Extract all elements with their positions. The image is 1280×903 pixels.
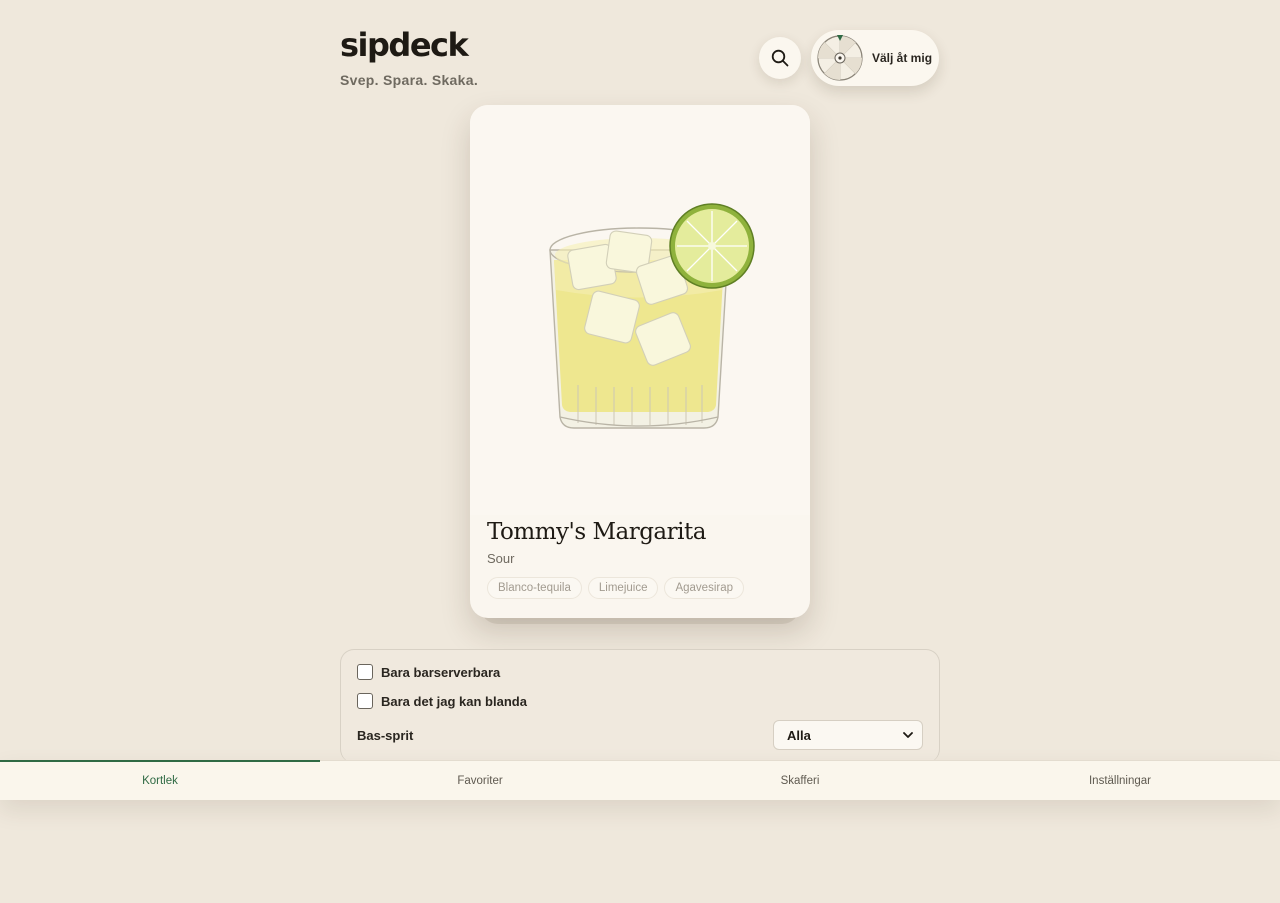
filter-panel: Bara barserverbara Bara det jag kan blan…: [340, 649, 940, 763]
ingredient-chip: Blanco-tequila: [487, 577, 582, 599]
tab-installningar[interactable]: Inställningar: [960, 760, 1280, 800]
tab-favoriter[interactable]: Favoriter: [320, 760, 640, 800]
ingredient-chips: Blanco-tequila Limejuice Agavesirap: [487, 577, 745, 599]
tab-kortlek[interactable]: Kortlek: [0, 760, 320, 800]
base-spirit-label: Bas-sprit: [357, 728, 414, 743]
can-mix-filter[interactable]: Bara det jag kan blanda: [357, 693, 527, 709]
bar-servable-checkbox[interactable]: [357, 664, 373, 680]
search-icon: [771, 49, 789, 67]
tab-skafferi[interactable]: Skafferi: [640, 760, 960, 800]
base-spirit-value: Alla: [787, 727, 811, 743]
chevron-down-icon: [903, 732, 913, 738]
cocktail-image: [470, 105, 810, 515]
app-header: sipdeck Svep. Spara. Skaka. Välj åt mig: [340, 28, 940, 90]
spin-wheel-icon: [817, 35, 863, 81]
search-button[interactable]: [759, 37, 801, 79]
ingredient-chip: Limejuice: [587, 577, 659, 599]
can-mix-checkbox[interactable]: [357, 693, 373, 709]
ingredient-chip: Agavesirap: [664, 577, 745, 599]
bar-servable-label: Bara barserverbara: [381, 664, 501, 680]
bottom-tab-bar: Kortlek Favoriter Skafferi Inställningar: [0, 760, 1280, 800]
margarita-glass-illustration: [549, 203, 755, 429]
cocktail-title: Tommy's Margarita: [487, 519, 706, 545]
cocktail-category: Sour: [487, 551, 515, 566]
can-mix-label: Bara det jag kan blanda: [381, 693, 527, 709]
pick-for-me-label: Välj åt mig: [872, 51, 933, 65]
pick-for-me-button[interactable]: Välj åt mig: [811, 30, 939, 86]
cocktail-card[interactable]: Tommy's Margarita Sour Blanco-tequila Li…: [470, 105, 810, 618]
base-spirit-select[interactable]: Alla: [773, 720, 923, 750]
bar-servable-filter[interactable]: Bara barserverbara: [357, 664, 500, 680]
